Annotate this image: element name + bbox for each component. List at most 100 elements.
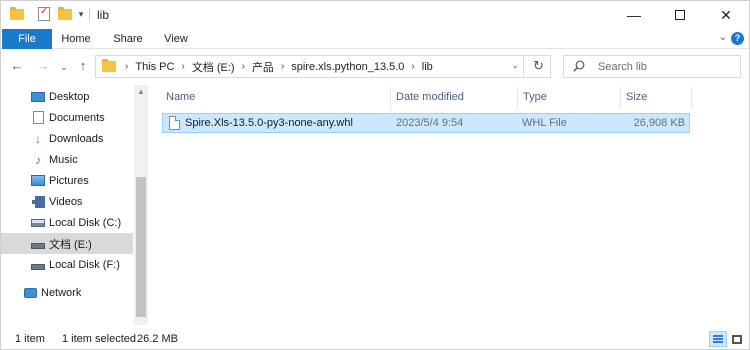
file-size: 26,908 KB — [633, 117, 685, 129]
details-view-button[interactable] — [709, 331, 727, 347]
tab-file[interactable]: File — [2, 29, 52, 49]
videos-icon — [30, 195, 46, 209]
scroll-up-icon[interactable]: ▲ — [137, 87, 145, 96]
search-box[interactable]: Search lib — [563, 55, 741, 78]
sidebar-item-label: Local Disk (F:) — [49, 258, 120, 271]
address-divider — [523, 56, 524, 77]
address-history-icon[interactable]: ⌄ — [511, 60, 519, 71]
drive-icon — [30, 237, 46, 251]
chevron-right-icon: › — [125, 61, 129, 72]
folder-icon — [102, 59, 116, 72]
drive-icon — [30, 216, 46, 230]
breadcrumb: › This PC › 文档 (E:) › 产品 › spire.xls.pyt… — [118, 56, 433, 77]
table-row[interactable]: Spire.Xls-13.5.0-py3-none-any.whl 2023/5… — [162, 113, 690, 133]
maximize-button[interactable] — [657, 1, 703, 29]
pictures-icon — [30, 174, 46, 188]
ribbon-tabs: File Home Share View ⌄ ? — [1, 29, 749, 49]
documents-icon — [30, 111, 46, 125]
scrollbar-thumb[interactable] — [136, 177, 146, 317]
expand-ribbon-icon[interactable]: ⌄ — [719, 32, 727, 43]
column-divider[interactable] — [691, 87, 692, 109]
breadcrumb-products[interactable]: 产品 — [252, 59, 274, 75]
sidebar-scrollbar[interactable]: ▲ — [134, 85, 148, 325]
sidebar-item-drive-e[interactable]: 文档 (E:) — [1, 233, 133, 254]
column-divider[interactable] — [390, 87, 391, 109]
column-header-size[interactable]: Size — [626, 85, 647, 110]
title-bar: ▾ lib — ✕ — [1, 1, 749, 29]
large-icons-view-button[interactable] — [728, 331, 746, 347]
chevron-right-icon[interactable]: › — [281, 61, 284, 72]
close-button[interactable]: ✕ — [703, 1, 749, 29]
customize-toolbar-icon[interactable]: ▾ — [73, 7, 89, 21]
breadcrumb-drive-e[interactable]: 文档 (E:) — [192, 59, 235, 75]
file-date-modified: 2023/5/4 9:54 — [396, 117, 464, 129]
sidebar-item-local-disk-c[interactable]: Local Disk (C:) — [1, 212, 133, 233]
downloads-icon: ↓ — [35, 131, 41, 146]
folder-icon — [9, 6, 25, 21]
title-separator — [89, 8, 90, 22]
sidebar-item-desktop[interactable]: Desktop — [1, 86, 133, 107]
column-header-type[interactable]: Type — [523, 85, 547, 110]
sidebar-item-pictures[interactable]: Pictures — [1, 170, 133, 191]
search-input[interactable]: Search lib — [598, 61, 647, 73]
file-list: Name Date modified Type Size Spire.Xls-1… — [151, 85, 750, 325]
breadcrumb-this-pc[interactable]: This PC — [135, 61, 174, 73]
recent-locations-button[interactable]: ⌄ — [56, 62, 72, 73]
maximize-icon — [675, 10, 685, 20]
drive-icon — [30, 258, 46, 272]
selection-count: 1 item selected — [62, 333, 136, 345]
sidebar-item-label: 文档 (E:) — [49, 238, 92, 251]
column-header-date-modified[interactable]: Date modified — [396, 85, 464, 110]
tab-share[interactable]: Share — [105, 29, 151, 49]
window-title: lib — [97, 8, 110, 22]
help-button[interactable]: ? — [731, 32, 744, 45]
sidebar-item-label: Pictures — [49, 174, 89, 187]
breadcrumb-spire[interactable]: spire.xls.python_13.5.0 — [291, 61, 404, 73]
status-bar: 1 item 1 item selected 26.2 MB — [1, 328, 749, 350]
sidebar-item-music[interactable]: ♪ Music — [1, 149, 133, 170]
search-icon — [573, 60, 585, 72]
new-folder-icon[interactable] — [57, 6, 73, 21]
large-icons-view-icon — [732, 335, 742, 344]
minimize-button[interactable]: — — [611, 1, 657, 29]
sidebar-item-label: Desktop — [49, 90, 90, 103]
chevron-right-icon[interactable]: › — [411, 61, 414, 72]
up-button[interactable]: ↑ — [75, 58, 91, 73]
file-name[interactable]: Spire.Xls-13.5.0-py3-none-any.whl — [185, 114, 353, 132]
refresh-icon[interactable]: ↻ — [533, 58, 544, 74]
music-icon: ♪ — [35, 152, 41, 167]
details-view-icon — [713, 335, 723, 343]
file-icon — [169, 116, 180, 130]
properties-icon[interactable] — [36, 6, 52, 21]
item-count: 1 item — [15, 333, 45, 345]
column-divider[interactable] — [517, 87, 518, 109]
desktop-icon — [30, 90, 46, 104]
sidebar-item-label: Downloads — [49, 132, 104, 145]
back-button[interactable]: ← — [9, 58, 25, 73]
breadcrumb-lib[interactable]: lib — [422, 61, 433, 73]
sidebar-item-label: Documents — [49, 111, 105, 124]
forward-button[interactable]: → — [35, 58, 51, 73]
column-header-name[interactable]: Name — [166, 85, 195, 110]
sidebar-item-downloads[interactable]: ↓ Downloads — [1, 128, 133, 149]
sidebar-item-local-disk-f[interactable]: Local Disk (F:) — [1, 254, 133, 275]
selection-size: 26.2 MB — [137, 333, 178, 345]
sidebar-item-label: Music — [49, 153, 78, 166]
address-bar[interactable]: › This PC › 文档 (E:) › 产品 › spire.xls.pyt… — [95, 55, 551, 78]
chevron-right-icon[interactable]: › — [242, 61, 245, 72]
chevron-right-icon[interactable]: › — [181, 61, 184, 72]
tab-home[interactable]: Home — [53, 29, 99, 49]
sidebar-item-videos[interactable]: Videos — [1, 191, 133, 212]
tab-view[interactable]: View — [153, 29, 199, 49]
sidebar-item-documents[interactable]: Documents — [1, 107, 133, 128]
file-explorer-window: ▾ lib — ✕ File Home Share View ⌄ ? ← → ⌄… — [0, 0, 750, 350]
sidebar-item-label: Local Disk (C:) — [49, 216, 122, 229]
sidebar-item-label: Videos — [49, 195, 83, 208]
file-type: WHL File — [522, 117, 567, 129]
sidebar-item-network[interactable]: Network — [1, 282, 133, 303]
column-divider[interactable] — [620, 87, 621, 109]
sidebar-item-label: Network — [41, 286, 82, 299]
navigation-pane: Desktop Documents ↓ Downloads ♪ Music Pi… — [1, 85, 148, 325]
network-icon — [22, 286, 38, 300]
navigation-bar: ← → ⌄ ↑ › This PC › 文档 (E:) › 产品 › spire… — [1, 50, 749, 84]
